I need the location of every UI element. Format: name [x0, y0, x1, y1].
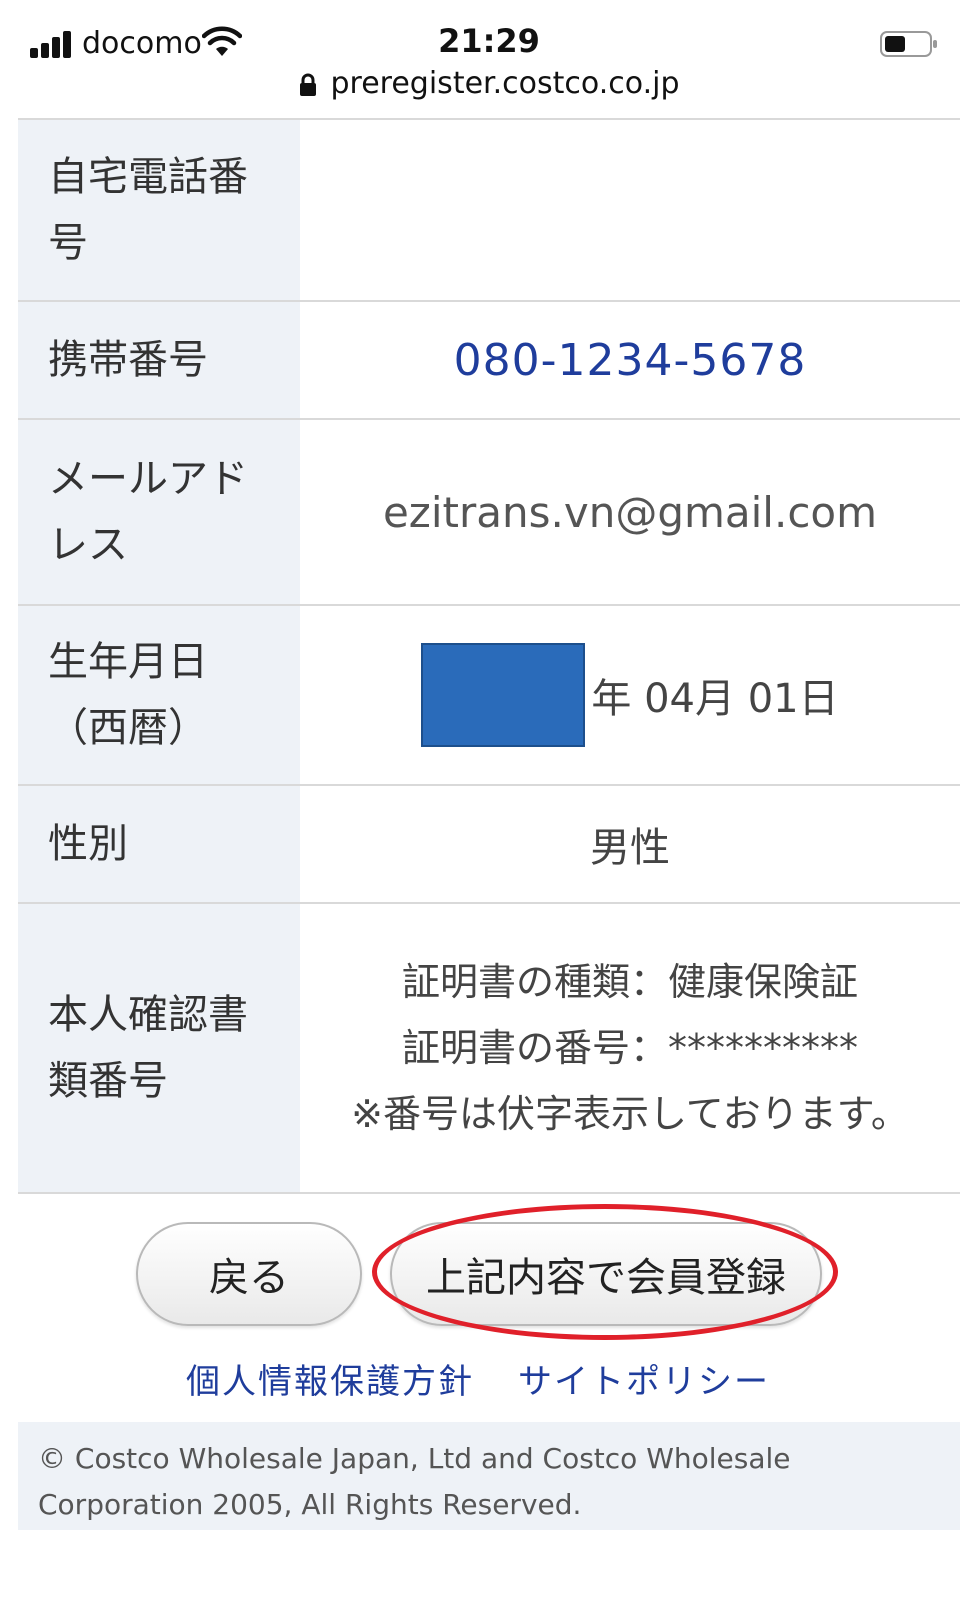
- birth-year-redaction: [421, 643, 586, 747]
- row-gender: 性別 男性: [18, 786, 960, 904]
- lock-icon: [299, 73, 316, 96]
- home-phone-label: 自宅電話番号: [18, 120, 300, 300]
- battery-icon: [880, 31, 937, 57]
- clock: 21:29: [438, 22, 540, 60]
- mobile-label: 携帯番号: [18, 302, 300, 418]
- register-member-button[interactable]: 上記内容で会員登録: [390, 1222, 822, 1326]
- site-policy-link[interactable]: サイトポリシー: [518, 1354, 770, 1403]
- birthdate-value: 年 04月 01日: [591, 676, 839, 722]
- id-document-number: 証明書の番号：**********: [401, 1026, 858, 1070]
- row-mobile: 携帯番号 080-1234-5678: [18, 302, 960, 420]
- id-document-note: ※番号は伏字表示しております。: [351, 1092, 909, 1136]
- email-value: ezitrans.vn@gmail.com: [382, 487, 878, 537]
- privacy-policy-link[interactable]: 個人情報保護方針: [186, 1354, 474, 1403]
- back-button[interactable]: 戻る: [136, 1222, 362, 1326]
- row-id-document: 本人確認書類番号 証明書の種類：健康保険証 証明書の番号：********** …: [18, 904, 960, 1194]
- email-label: メールアドレス: [18, 420, 300, 604]
- birthdate-label: 生年月日（西暦）: [18, 606, 300, 784]
- registration-summary-table: 自宅電話番号 携帯番号 080-1234-5678 メールアドレス ezitra…: [18, 118, 960, 1194]
- copyright-footer: © Costco Wholesale Japan, Ltd and Costco…: [18, 1422, 960, 1530]
- gender-label: 性別: [18, 786, 300, 902]
- status-bar: docomo 21:29 preregister.costco.co.jp: [0, 0, 978, 118]
- url-bar[interactable]: preregister.costco.co.jp: [0, 66, 978, 101]
- id-document-label: 本人確認書類番号: [18, 904, 300, 1192]
- home-phone-value: [300, 120, 960, 300]
- mobile-number-link[interactable]: 080-1234-5678: [454, 335, 807, 386]
- row-email: メールアドレス ezitrans.vn@gmail.com: [18, 420, 960, 606]
- id-document-type: 証明書の種類：健康保険証: [401, 960, 858, 1004]
- gender-value: 男性: [590, 825, 670, 871]
- row-birthdate: 生年月日（西暦） 年 04月 01日: [18, 606, 960, 786]
- row-home-phone: 自宅電話番号: [18, 120, 960, 302]
- url-text: preregister.costco.co.jp: [330, 66, 680, 101]
